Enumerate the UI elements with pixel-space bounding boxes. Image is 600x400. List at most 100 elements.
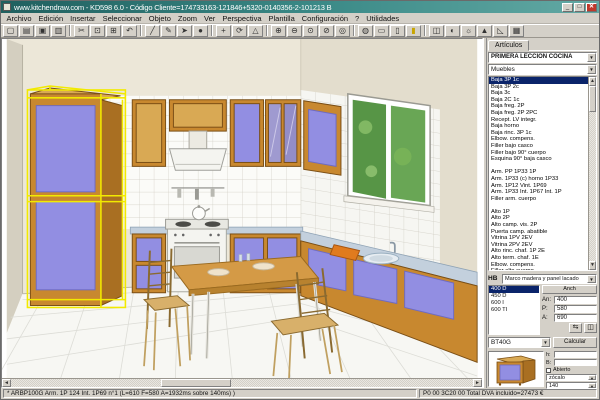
list-item[interactable]: Filler bajo casco bbox=[489, 143, 588, 150]
info-icon[interactable]: ● bbox=[193, 25, 208, 37]
dimension-field[interactable]: 400 bbox=[554, 296, 597, 304]
rotate-icon[interactable]: ⟳ bbox=[232, 25, 247, 37]
cut-icon[interactable]: ✂ bbox=[74, 25, 89, 37]
close-button[interactable]: ✕ bbox=[586, 3, 597, 12]
menu-archivo[interactable]: Archivo bbox=[3, 14, 35, 23]
width-option[interactable]: 600 TI bbox=[489, 307, 539, 314]
list-scrollbar[interactable]: ▲ ▼ bbox=[588, 77, 596, 270]
chevron-down-icon[interactable]: ▼ bbox=[588, 375, 596, 380]
new-icon[interactable]: ▢ bbox=[3, 25, 18, 37]
render-icon[interactable]: ◍ bbox=[358, 25, 373, 37]
maximize-button[interactable]: □ bbox=[574, 3, 585, 12]
zoom-out-icon[interactable]: ⊖ bbox=[287, 25, 302, 37]
chevron-down-icon[interactable]: ▼ bbox=[587, 65, 596, 74]
chevron-down-icon[interactable]: ▼ bbox=[587, 53, 596, 62]
category-select[interactable]: Muebles ▼ bbox=[488, 64, 597, 75]
elevation-view-icon[interactable]: ▭ bbox=[374, 25, 389, 37]
zoom-in-icon[interactable]: ⊕ bbox=[271, 25, 286, 37]
scroll-thumb[interactable] bbox=[161, 379, 231, 387]
list-item[interactable]: Baja horno bbox=[489, 123, 588, 130]
list-item[interactable]: Arm. 1P12 Vint. 1P69 bbox=[489, 183, 588, 190]
kitchen-3d-view[interactable] bbox=[2, 39, 482, 378]
paste-icon[interactable]: ⊞ bbox=[106, 25, 121, 37]
list-item[interactable] bbox=[489, 202, 588, 209]
list-item[interactable]: Alto 1P bbox=[489, 209, 588, 216]
list-item[interactable]: Vitrina 2PV 2EV bbox=[489, 242, 588, 249]
h-field[interactable] bbox=[554, 351, 597, 358]
print-icon[interactable]: ▥ bbox=[51, 25, 66, 37]
save-icon[interactable]: ▣ bbox=[35, 25, 50, 37]
menu-utilidades[interactable]: Utilidades bbox=[363, 14, 403, 23]
b-field[interactable] bbox=[554, 359, 597, 366]
list-item[interactable]: Filler bajo 90° cuerpo bbox=[489, 150, 588, 157]
zoom-all-icon[interactable]: ◎ bbox=[335, 25, 350, 37]
list-item[interactable]: Baja freg. 2P 2PC bbox=[489, 110, 588, 117]
list-item[interactable]: Alto 2P bbox=[489, 215, 588, 222]
anch-button[interactable]: Anch bbox=[542, 285, 597, 294]
list-item[interactable]: Baja 2C 1c bbox=[489, 97, 588, 104]
move-icon[interactable]: + bbox=[216, 25, 231, 37]
ruler-icon[interactable]: ◺ bbox=[493, 25, 508, 37]
dimension-field[interactable]: 580 bbox=[554, 305, 597, 313]
scroll-right-icon[interactable]: ► bbox=[473, 379, 482, 387]
list-item[interactable]: Baja freg. 2P bbox=[489, 103, 588, 110]
list-item[interactable]: Filler arm. cuerpo bbox=[489, 196, 588, 203]
horizontal-scrollbar[interactable]: ◄ ► bbox=[2, 378, 482, 387]
variant-button[interactable]: ◫ bbox=[584, 323, 597, 333]
scroll-down-icon[interactable]: ▼ bbox=[589, 261, 596, 270]
width-option[interactable]: 400 D bbox=[489, 286, 539, 293]
copy-icon[interactable]: ⊡ bbox=[90, 25, 105, 37]
menu-?[interactable]: ? bbox=[352, 14, 363, 23]
menu-objeto[interactable]: Objeto bbox=[145, 14, 174, 23]
list-item[interactable]: Alto camp. vis. 2P bbox=[489, 222, 588, 229]
list-item[interactable]: Esquina 90° baja casco bbox=[489, 156, 588, 163]
draw-wall-icon[interactable]: ╱ bbox=[145, 25, 160, 37]
list-item[interactable]: Baja rinc. 3P 1c bbox=[489, 130, 588, 137]
pointer-icon[interactable]: ➤ bbox=[177, 25, 192, 37]
list-item[interactable]: Arm. 1P33 (c) horno 1P33 bbox=[489, 176, 588, 183]
dimension-field[interactable]: 690 bbox=[554, 314, 597, 322]
zocalo-select[interactable]: zócalo ▼ bbox=[546, 374, 597, 381]
menu-seleccionar[interactable]: Seleccionar bbox=[99, 14, 145, 23]
shading-icon[interactable]: ◐ bbox=[445, 25, 460, 37]
camera-icon[interactable]: ▲ bbox=[477, 25, 492, 37]
perspective-view-icon[interactable]: ▮ bbox=[406, 25, 421, 37]
list-item[interactable]: Alto term. chaf. 1E bbox=[489, 255, 588, 262]
list-item[interactable]: Baja 3P 1c bbox=[489, 77, 588, 84]
measure-icon[interactable]: △ bbox=[248, 25, 263, 37]
list-item[interactable]: Filler alto cuerpo bbox=[489, 268, 588, 270]
list-item[interactable]: Elbow. compens. bbox=[489, 262, 588, 269]
abierto-checkbox[interactable] bbox=[546, 368, 551, 373]
list-item[interactable]: Arm. 1P33 Int. 1P67 Int. 1P bbox=[489, 189, 588, 196]
width-option[interactable]: 450 D bbox=[489, 293, 539, 300]
list-item[interactable]: Elbow. compens. bbox=[489, 136, 588, 143]
scroll-left-icon[interactable]: ◄ bbox=[2, 379, 11, 387]
finish-select[interactable]: Marco madera y panel lacado ▼ bbox=[502, 274, 597, 284]
split-view-icon[interactable]: ◫ bbox=[429, 25, 444, 37]
chevron-down-icon[interactable]: ▼ bbox=[541, 338, 550, 347]
tab-articulos[interactable]: Artículos bbox=[488, 40, 529, 51]
list-item[interactable]: Baja 3c bbox=[489, 90, 588, 97]
calcular-button[interactable]: Calcular bbox=[553, 337, 597, 348]
list-item[interactable] bbox=[489, 163, 588, 170]
zoom-window-icon[interactable]: ⊙ bbox=[303, 25, 318, 37]
open-icon[interactable]: ▤ bbox=[19, 25, 34, 37]
swap-dimensions-button[interactable]: ⇆ bbox=[569, 323, 582, 333]
list-item[interactable]: Arm. PP 1P33 1P bbox=[489, 169, 588, 176]
menu-insertar[interactable]: Insertar bbox=[67, 14, 99, 23]
list-item[interactable]: Puerta camp. abatible bbox=[489, 229, 588, 236]
menu-perspectiva[interactable]: Perspectiva bbox=[219, 14, 265, 23]
width-list[interactable]: 400 D450 D600 I600 TI bbox=[488, 285, 540, 335]
reference-select[interactable]: BT40G ▼ bbox=[488, 337, 551, 348]
scroll-up-icon[interactable]: ▲ bbox=[589, 77, 596, 86]
menu-zoom[interactable]: Zoom bbox=[174, 14, 200, 23]
width-option[interactable]: 600 I bbox=[489, 300, 539, 307]
catalog-select[interactable]: PRIMERA LECCIÓN COCINA ▼ bbox=[488, 52, 597, 63]
list-item[interactable]: Recept. LV integr. bbox=[489, 117, 588, 124]
edit-icon[interactable]: ✎ bbox=[161, 25, 176, 37]
title-bar[interactable]: www.kitchendraw.com - KD598 6.0 - Código… bbox=[1, 1, 599, 13]
lighting-icon[interactable]: ☼ bbox=[461, 25, 476, 37]
menu-edicin[interactable]: Edición bbox=[35, 14, 67, 23]
chevron-down-icon[interactable]: ▼ bbox=[587, 275, 596, 283]
minimize-button[interactable]: _ bbox=[562, 3, 573, 12]
